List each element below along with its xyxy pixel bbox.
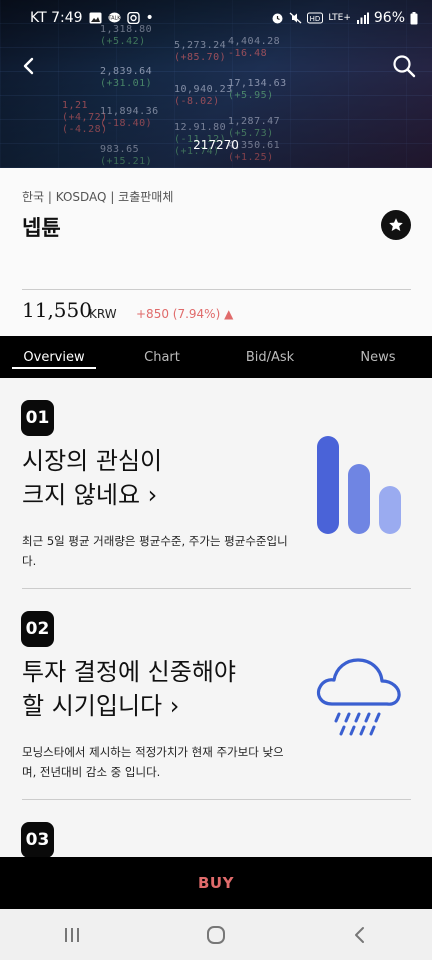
card-description: 모닝스타에서 제시하는 적정가치가 현재 주가보다 낮으며, 전년대비 감소 중… — [22, 745, 284, 779]
back-button[interactable] — [16, 52, 44, 80]
card-number-badge: 01 — [21, 400, 54, 436]
system-back-button[interactable] — [340, 915, 380, 955]
card-description: 최근 5일 평균 거래량은 평균수준, 주가는 평균수준입니다. — [22, 534, 288, 568]
home-button[interactable] — [196, 915, 236, 955]
search-button[interactable] — [390, 52, 418, 80]
card-title-line[interactable]: 시장의 관심이 — [22, 444, 162, 478]
star-icon — [389, 218, 403, 231]
card-divider — [22, 799, 411, 800]
card-title-line[interactable]: 할 시기입니다 › — [22, 689, 179, 723]
card-divider — [22, 588, 411, 589]
back-arrow-icon — [23, 57, 34, 75]
gallery-icon — [89, 12, 102, 24]
tab-chart[interactable]: Chart — [108, 336, 216, 378]
stock-code: 217270 — [193, 138, 239, 152]
battery-percent: 96% — [373, 10, 405, 26]
battery-icon — [410, 11, 418, 24]
notification-dot: • — [145, 10, 154, 26]
tab-overview[interactable]: Overview — [0, 336, 108, 378]
card-title-line[interactable]: 크지 않네요 › — [22, 478, 157, 512]
tab-news[interactable]: News — [324, 336, 432, 378]
info-divider — [22, 289, 411, 290]
home-icon — [207, 925, 225, 944]
network-type: LTE+ — [328, 13, 351, 23]
system-back-icon — [355, 926, 364, 943]
svg-text:HD: HD — [310, 15, 321, 23]
tab-bid-ask[interactable]: Bid/Ask — [216, 336, 324, 378]
card-number-badge: 03 — [21, 822, 54, 858]
favorite-button[interactable] — [381, 210, 411, 240]
current-price: 11,550 — [22, 298, 92, 322]
mute-icon — [289, 12, 302, 24]
card-title-line[interactable]: 투자 결정에 신중해야 — [22, 655, 236, 689]
stock-name: 넵튠 — [22, 216, 61, 240]
tab-bar: Overview Chart Bid/Ask News — [0, 336, 432, 378]
currency-label: KRW — [89, 307, 117, 321]
volume-bars-icon — [317, 436, 401, 534]
stock-header-banner: 1,318.80(+5.42)2,839.64(+31.01)11,894.36… — [0, 0, 432, 168]
stock-info-panel: 한국 | KOSDAQ | 코출판매체 넵튠 11,550 KRW +850 (… — [0, 168, 432, 336]
system-navigation-bar — [0, 909, 432, 960]
instagram-icon — [126, 12, 140, 24]
chat-icon: TALK — [108, 12, 121, 23]
search-icon — [393, 55, 416, 78]
status-bar: KT 7:49 TALK • HD LTE+ 96% — [0, 0, 432, 36]
signal-icon — [356, 12, 369, 24]
alarm-icon — [272, 13, 283, 24]
price-change: +850 (7.94%) ▲ — [136, 307, 234, 321]
market-breadcrumb: 한국 | KOSDAQ | 코출판매체 — [22, 190, 174, 204]
svg-text:TALK: TALK — [108, 16, 121, 22]
carrier-time: KT 7:49 — [30, 10, 83, 26]
recent-apps-button[interactable] — [52, 915, 92, 955]
card-number-badge: 02 — [21, 611, 54, 647]
recent-apps-icon — [65, 927, 79, 942]
hd-icon: HD — [307, 12, 324, 24]
rain-cloud-icon — [316, 658, 401, 736]
buy-button[interactable]: BUY — [0, 857, 432, 909]
